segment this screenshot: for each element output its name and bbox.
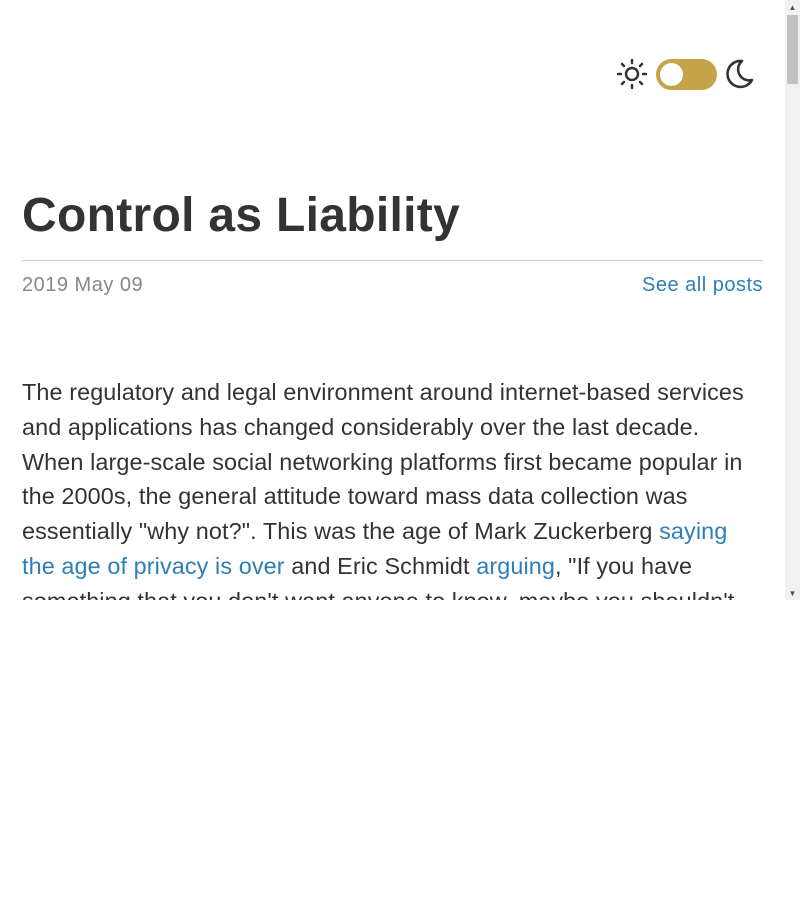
browser-viewport: Control as Liability 2019 May 09 See all…	[0, 0, 800, 600]
theme-toggle[interactable]	[656, 58, 717, 90]
post-date: 2019 May 09	[22, 274, 144, 296]
see-all-posts-link[interactable]: See all posts	[642, 274, 763, 297]
sun-icon	[616, 58, 648, 90]
paragraph-text: The regulatory and legal environment aro…	[22, 379, 744, 545]
paragraph-text: and Eric Schmidt	[284, 552, 477, 579]
title-divider	[22, 260, 763, 261]
moon-icon	[726, 59, 754, 89]
post-paragraph: The regulatory and legal environment aro…	[22, 375, 764, 600]
theme-switch	[616, 58, 755, 90]
toggle-knob	[660, 62, 683, 86]
post-title: Control as Liability	[22, 189, 461, 242]
scroll-up-arrow-icon[interactable]: ▲	[785, 0, 800, 14]
scroll-down-arrow-icon[interactable]: ▼	[785, 586, 800, 600]
vertical-scrollbar[interactable]: ▲ ▼	[785, 0, 800, 600]
arguing-link[interactable]: arguing	[476, 553, 555, 579]
scrollbar-thumb[interactable]	[787, 15, 798, 84]
